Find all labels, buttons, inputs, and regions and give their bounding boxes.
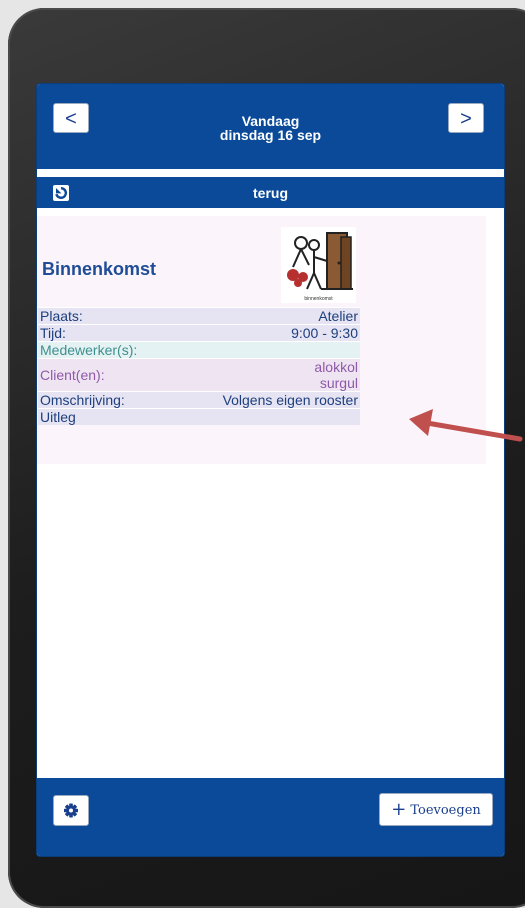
description-value: Volgens eigen rooster [164,391,360,409]
date-header: < Vandaag dinsdag 16 sep > [37,84,504,169]
gear-icon[interactable] [54,796,88,825]
staff-label: Medewerker(s): [38,341,164,359]
date-title: Vandaag dinsdag 16 sep [137,114,404,142]
detail-row-description: Omschrijving: Volgens eigen rooster [38,391,360,409]
event-pictogram: binnenkomst [281,227,356,303]
annotation-arrow [409,409,523,442]
staff-value [164,341,360,359]
bottom-toolbar: + Toevoegen [37,778,504,856]
date-title-line-1: Vandaag [241,113,300,129]
previous-day-button[interactable]: < [53,103,89,133]
client-name: alokkol [314,359,358,375]
add-button[interactable]: + Toevoegen [379,793,493,826]
location-value: Atelier [164,307,360,325]
plus-icon[interactable]: + [391,799,406,820]
app-screen: < Vandaag dinsdag 16 sep > terug Binnenk… [36,83,505,857]
add-button-label[interactable]: Toevoegen [410,803,480,818]
detail-row-staff: Medewerker(s): [38,341,360,359]
settings-button[interactable] [53,795,89,826]
detail-row-location: Plaats: Atelier [38,307,360,325]
description-label: Omschrijving: [38,391,164,409]
clients-label: Client(en): [38,358,164,392]
date-title-line-2: dinsdag 16 sep [219,127,322,143]
explanation-value [164,408,360,425]
time-label: Tijd: [38,324,164,342]
time-value: 9:00 - 9:30 [164,324,360,342]
event-details-table: Plaats: Atelier Tijd: 9:00 - 9:30 Medewe… [38,307,360,425]
pictogram-caption: binnenkomst [304,296,333,302]
detail-row-explanation: Uitleg [38,408,360,425]
event-title: Binnenkomst [42,259,157,279]
back-bar[interactable]: terug [37,177,504,208]
next-day-button[interactable]: > [448,103,484,133]
explanation-label: Uitleg [38,408,164,425]
clients-value: alokkol surgul [164,358,360,392]
back-label[interactable]: terug [37,185,504,201]
location-label: Plaats: [38,307,164,325]
detail-row-time: Tijd: 9:00 - 9:30 [38,324,360,342]
pictogram-image [287,232,353,290]
detail-row-clients: Client(en): alokkol surgul [38,358,360,392]
client-name: surgul [319,375,358,391]
